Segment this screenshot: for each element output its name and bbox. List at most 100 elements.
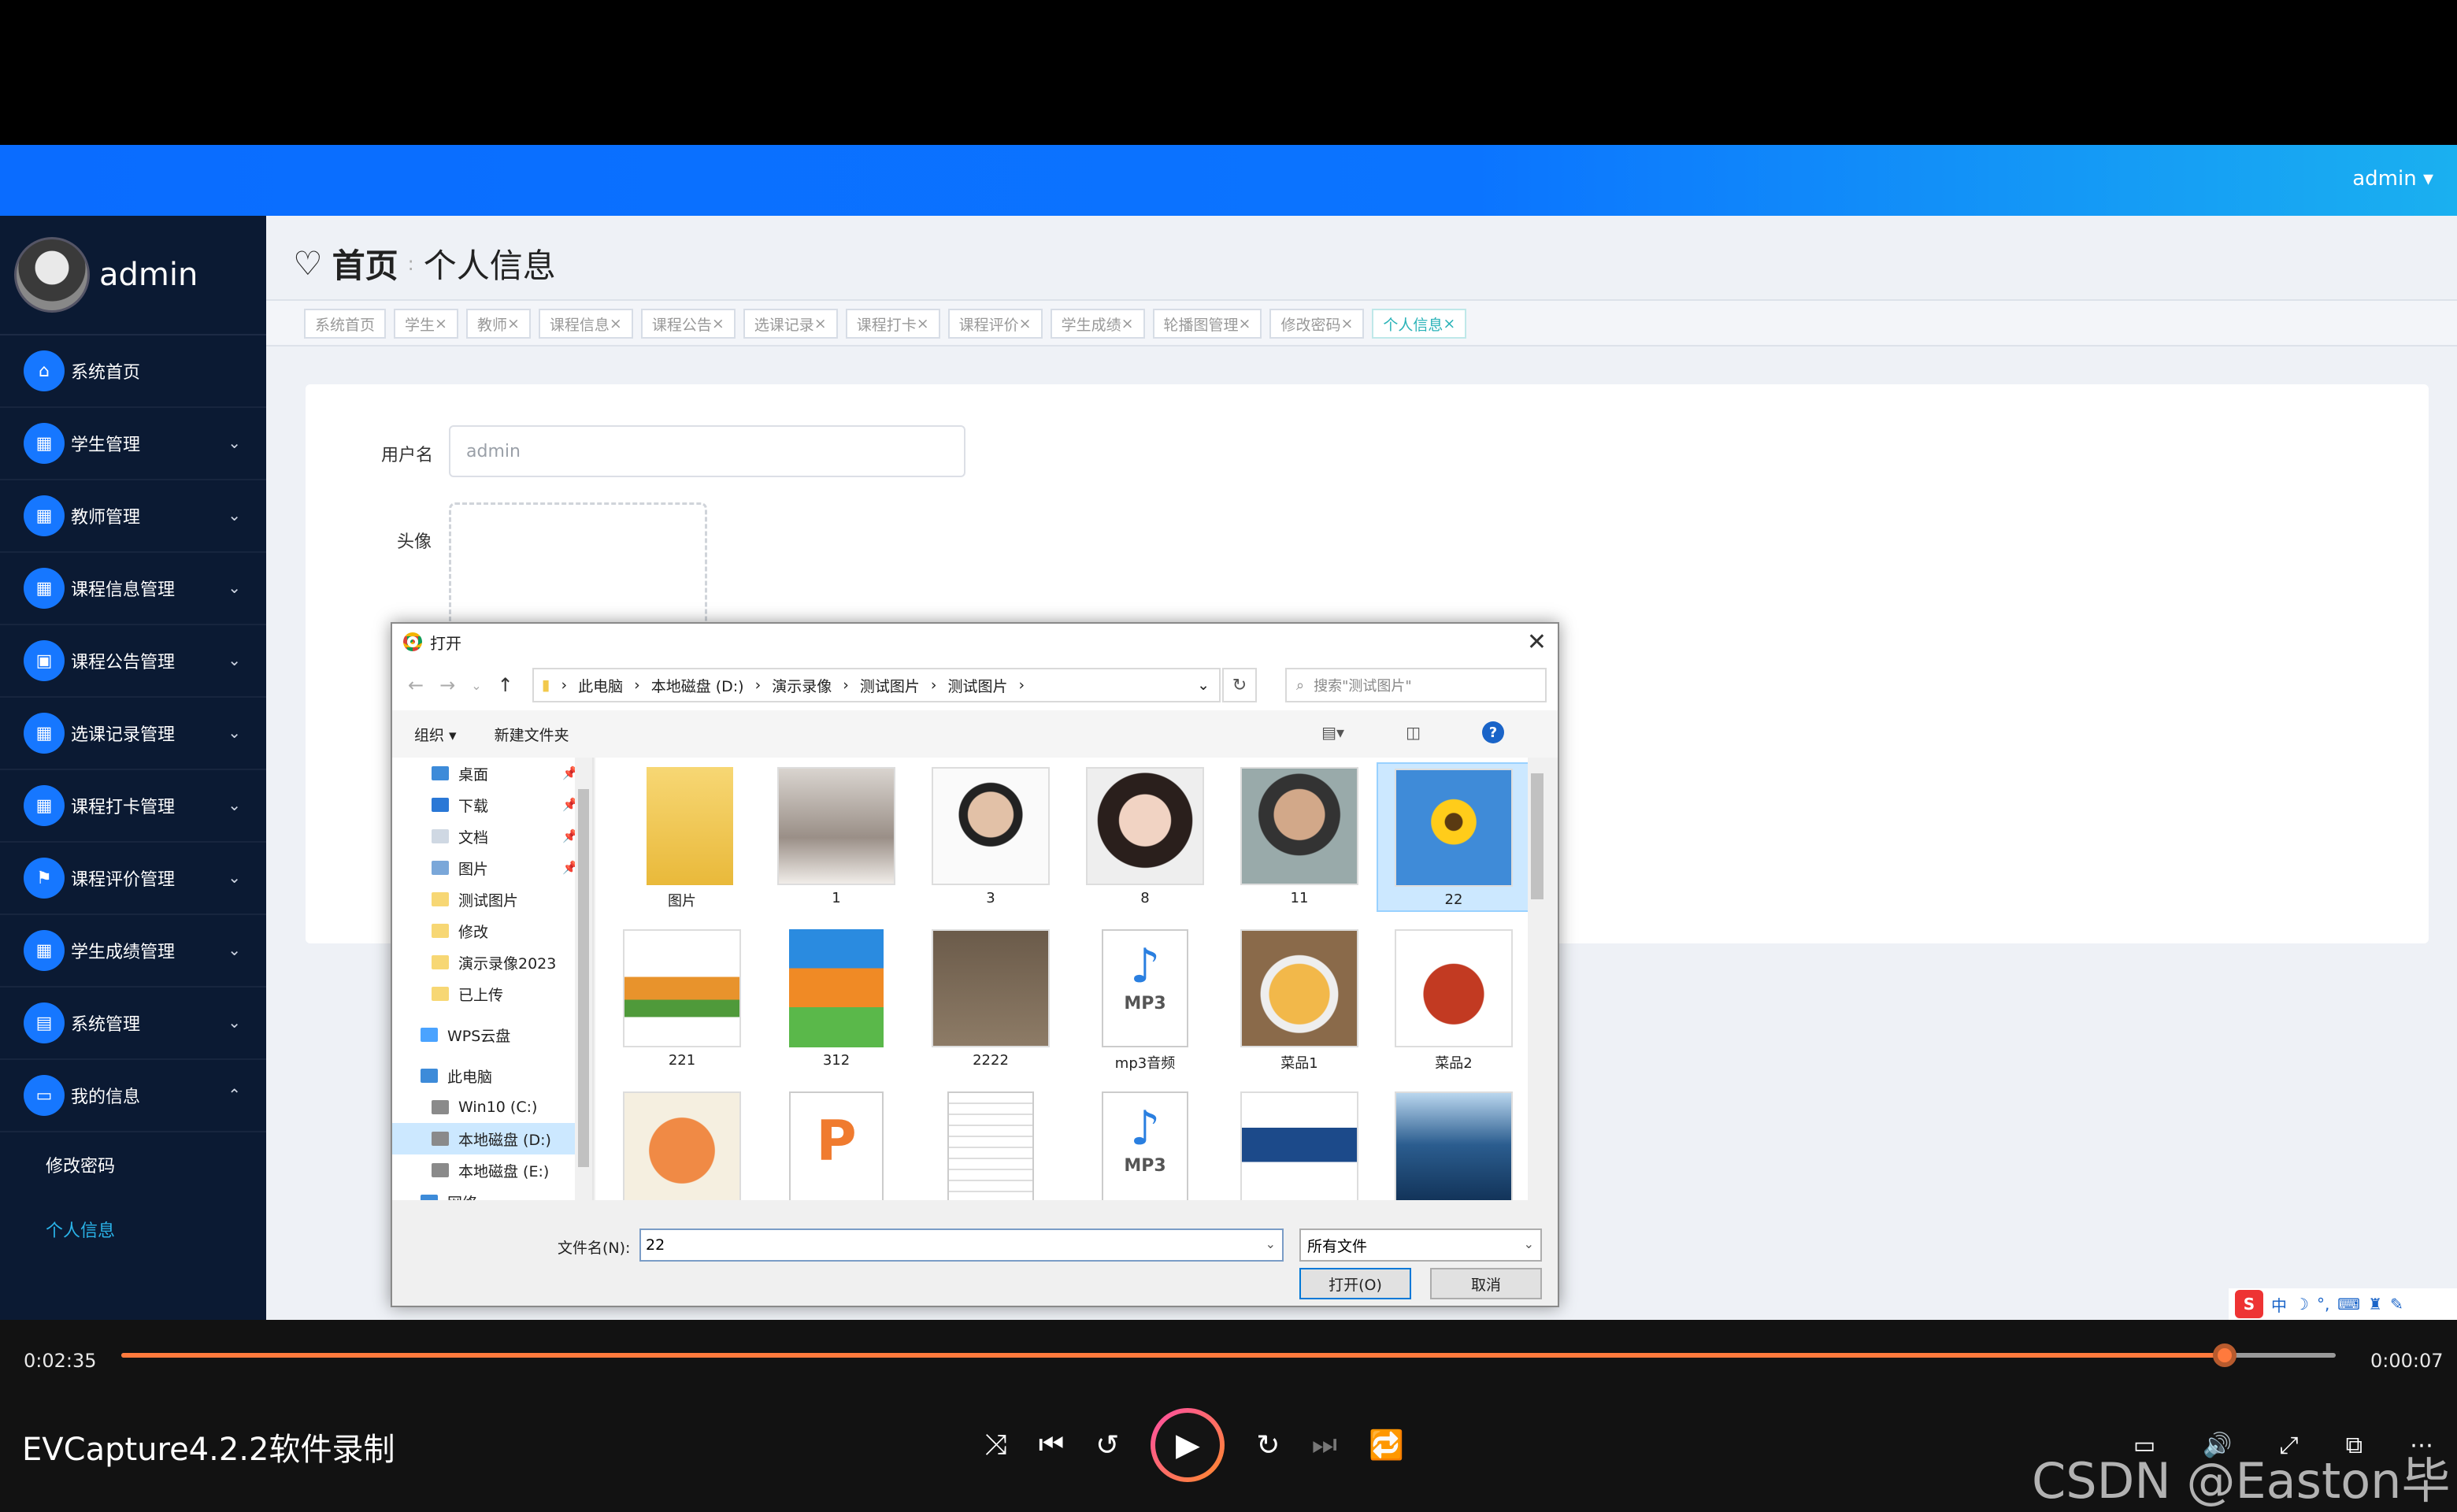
- user-menu[interactable]: admin ▾: [2352, 167, 2433, 191]
- file-scroll-thumb[interactable]: [1531, 773, 1544, 899]
- close-icon[interactable]: ×: [1239, 315, 1251, 332]
- tab-0[interactable]: 系统首页: [304, 309, 387, 339]
- tab-9[interactable]: 轮播图管理 ×: [1152, 309, 1262, 339]
- tab-8[interactable]: 学生成绩 ×: [1050, 309, 1145, 339]
- close-icon[interactable]: ×: [435, 315, 447, 332]
- file-item[interactable]: 221: [605, 925, 759, 1074]
- sidebar-subitem[interactable]: 个人信息: [0, 1197, 266, 1262]
- nav-item[interactable]: 测试图片: [392, 884, 592, 915]
- sidebar-item[interactable]: ⌂ 系统首页: [0, 335, 266, 408]
- file-item[interactable]: 11: [1222, 762, 1377, 912]
- file-item[interactable]: 1: [759, 762, 914, 912]
- nav-item[interactable]: 演示录像2023: [392, 947, 592, 978]
- tab-11[interactable]: 个人信息 ×: [1372, 309, 1467, 339]
- preview-pane-icon[interactable]: ◫: [1406, 723, 1421, 742]
- path-segment[interactable]: 测试图片: [860, 675, 920, 696]
- seek-bar[interactable]: [121, 1343, 2336, 1367]
- search-box[interactable]: ⌕ 搜索"测试图片": [1285, 668, 1547, 702]
- file-item[interactable]: 22: [1377, 762, 1531, 912]
- chevron-down-icon[interactable]: ⌄: [1266, 1236, 1276, 1251]
- organize-button[interactable]: 组织 ▾: [414, 724, 457, 745]
- previous-icon[interactable]: ⏮: [1039, 1429, 1064, 1462]
- sidebar-item[interactable]: ▦ 教师管理 ⌄: [0, 480, 266, 553]
- sidebar-item[interactable]: ▣ 课程公告管理 ⌄: [0, 625, 266, 698]
- close-icon[interactable]: ×: [610, 315, 622, 332]
- nav-item[interactable]: 图片 📌: [392, 852, 592, 884]
- breadcrumb-home[interactable]: 首页: [332, 239, 398, 287]
- sidebar-subitem[interactable]: 修改密码: [0, 1132, 266, 1197]
- view-mode-icon[interactable]: ▤▾: [1321, 723, 1344, 742]
- sidebar-item[interactable]: ▦ 学生成绩管理 ⌄: [0, 915, 266, 988]
- nav-item[interactable]: 网络: [392, 1186, 592, 1200]
- file-scrollbar[interactable]: [1528, 758, 1547, 1200]
- tab-2[interactable]: 教师 ×: [465, 309, 531, 339]
- tab-5[interactable]: 选课记录 ×: [743, 309, 838, 339]
- close-icon[interactable]: ×: [712, 315, 724, 332]
- file-item[interactable]: [1377, 1087, 1531, 1200]
- tab-6[interactable]: 课程打卡 ×: [845, 309, 940, 339]
- path-segment[interactable]: 本地磁盘 (D:): [651, 675, 744, 696]
- close-icon[interactable]: ×: [814, 315, 827, 332]
- sidebar-item[interactable]: ▭ 我的信息 ⌃: [0, 1060, 266, 1132]
- shuffle-icon[interactable]: ⤨: [984, 1429, 1007, 1462]
- file-item[interactable]: [605, 1087, 759, 1200]
- tab-10[interactable]: 修改密码 ×: [1269, 309, 1365, 339]
- next-icon[interactable]: ⏭: [1312, 1429, 1337, 1462]
- ime-toolbar[interactable]: S 中 ☽ °, ⌨ ♜ ✎: [2229, 1288, 2457, 1320]
- new-folder-button[interactable]: 新建文件夹: [495, 724, 569, 745]
- nav-item[interactable]: 桌面 📌: [392, 758, 592, 789]
- sidebar-item[interactable]: ▦ 选课记录管理 ⌄: [0, 698, 266, 770]
- nav-item[interactable]: 修改: [392, 915, 592, 947]
- file-item[interactable]: [1222, 1087, 1377, 1200]
- file-item[interactable]: ♪ MP3 mp3音频: [1068, 925, 1222, 1074]
- close-icon[interactable]: ×: [507, 315, 520, 332]
- nav-item[interactable]: WPS云盘: [392, 1019, 592, 1051]
- nav-item[interactable]: 文档 📌: [392, 821, 592, 852]
- path-segment[interactable]: 测试图片: [947, 675, 1007, 696]
- sidebar-item[interactable]: ⚑ 课程评价管理 ⌄: [0, 843, 266, 915]
- tab-7[interactable]: 课程评价 ×: [947, 309, 1043, 339]
- path-segment[interactable]: 演示录像: [772, 675, 832, 696]
- file-item[interactable]: P: [759, 1087, 914, 1200]
- close-icon[interactable]: ×: [1340, 315, 1353, 332]
- nav-item[interactable]: 本地磁盘 (D:): [392, 1123, 592, 1154]
- sidebar-item[interactable]: ▦ 学生管理 ⌄: [0, 408, 266, 480]
- tab-3[interactable]: 课程信息 ×: [538, 309, 633, 339]
- file-item[interactable]: [914, 1087, 1068, 1200]
- sidebar-item[interactable]: ▤ 系统管理 ⌄: [0, 988, 266, 1060]
- file-item[interactable]: 8: [1068, 762, 1222, 912]
- close-icon[interactable]: ×: [1121, 315, 1134, 332]
- open-button[interactable]: 打开(O): [1299, 1268, 1411, 1299]
- close-icon[interactable]: ×: [1019, 315, 1032, 332]
- up-arrow-icon[interactable]: ↑: [498, 674, 513, 696]
- rewind-10-icon[interactable]: ↺: [1095, 1429, 1119, 1462]
- file-item[interactable]: 3: [914, 762, 1068, 912]
- avatar-upload[interactable]: [449, 502, 707, 628]
- close-icon[interactable]: ✕: [1527, 628, 1547, 656]
- close-icon[interactable]: ×: [917, 315, 929, 332]
- nav-item[interactable]: 此电脑: [392, 1060, 592, 1091]
- file-item[interactable]: 2222: [914, 925, 1068, 1074]
- nav-item[interactable]: Win10 (C:): [392, 1091, 592, 1123]
- repeat-icon[interactable]: 🔁: [1369, 1429, 1404, 1462]
- username-input[interactable]: admin: [449, 425, 965, 477]
- chevron-down-icon[interactable]: ⌄: [1197, 676, 1210, 694]
- tab-4[interactable]: 课程公告 ×: [640, 309, 736, 339]
- refresh-icon[interactable]: ↻: [1222, 668, 1257, 702]
- path-breadcrumb[interactable]: ▮ › 此电脑 › 本地磁盘 (D:) › 演示录像 › 测试图片 › 测试图片 › ⌄: [532, 668, 1221, 702]
- file-item[interactable]: 312: [759, 925, 914, 1074]
- file-item[interactable]: 图片: [605, 762, 759, 912]
- file-item[interactable]: 菜品1: [1222, 925, 1377, 1074]
- file-item[interactable]: 菜品2: [1377, 925, 1531, 1074]
- close-icon[interactable]: ×: [1443, 315, 1455, 332]
- nav-item[interactable]: 本地磁盘 (E:): [392, 1154, 592, 1186]
- play-button[interactable]: ▶: [1151, 1408, 1225, 1482]
- tab-1[interactable]: 学生 ×: [394, 309, 458, 339]
- forward-30-icon[interactable]: ↻: [1256, 1429, 1280, 1462]
- nav-scroll-thumb[interactable]: [578, 789, 589, 1167]
- path-segment[interactable]: 此电脑: [578, 675, 623, 696]
- cancel-button[interactable]: 取消: [1430, 1268, 1542, 1299]
- file-item[interactable]: ♪ MP3: [1068, 1087, 1222, 1200]
- chevron-down-icon[interactable]: ⌄: [471, 678, 481, 693]
- nav-item[interactable]: 已上传: [392, 978, 592, 1010]
